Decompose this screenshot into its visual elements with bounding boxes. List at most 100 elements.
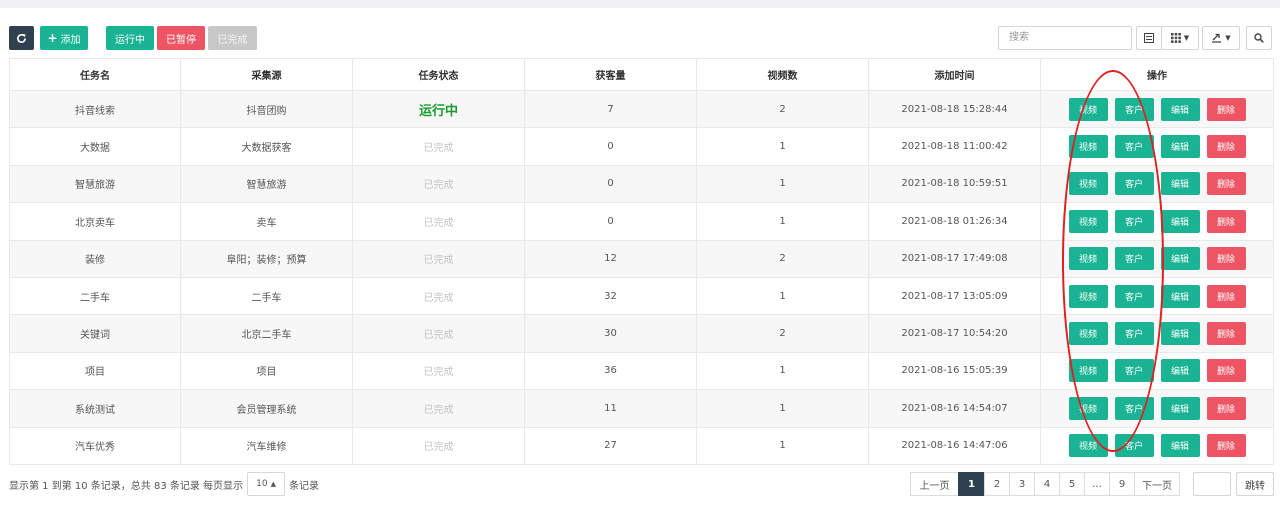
page-3[interactable]: 3 (1009, 472, 1035, 496)
cell-actions: 视频 客户 编辑 删除 (1040, 426, 1274, 465)
cell-source: 二手车 (180, 276, 353, 316)
page-9[interactable]: 9 (1109, 472, 1135, 496)
delete-button[interactable]: 删除 (1206, 135, 1246, 159)
cell-task-name-text: 抖音线索 (75, 105, 115, 117)
filter-running-label: 运行中 (115, 34, 145, 46)
jump-page-input[interactable] (1193, 472, 1231, 496)
column-header-status[interactable]: 任务状态 (352, 58, 525, 91)
filter-done-button[interactable]: 已完成 (208, 26, 257, 50)
video-button[interactable]: 视频 (1068, 322, 1108, 346)
delete-button[interactable]: 删除 (1206, 172, 1246, 196)
edit-button[interactable]: 编辑 (1160, 434, 1200, 458)
page-1[interactable]: 1 (958, 472, 985, 496)
column-header-customers[interactable]: 获客量 (524, 58, 697, 91)
delete-button[interactable]: 删除 (1206, 359, 1246, 383)
cell-task-name: 北京卖车 (9, 202, 181, 241)
cell-videos: 1 (696, 127, 869, 166)
edit-button[interactable]: 编辑 (1160, 97, 1200, 121)
filter-paused-button[interactable]: 已暂停 (157, 26, 205, 50)
cell-task-name-text: 关键词 (80, 330, 110, 342)
cell-status-text: 已完成 (423, 143, 454, 155)
next-page-button[interactable]: 下一页 (1134, 472, 1180, 496)
delete-button[interactable]: 删除 (1206, 434, 1246, 458)
delete-button[interactable]: 删除 (1206, 247, 1246, 271)
search-button[interactable] (1246, 26, 1272, 50)
video-button[interactable]: 视频 (1068, 247, 1108, 271)
cell-videos: 1 (696, 276, 869, 316)
cell-customers-text: 0 (607, 178, 614, 190)
edit-button[interactable]: 编辑 (1160, 172, 1200, 196)
delete-button[interactable]: 删除 (1206, 396, 1246, 420)
cell-actions: 视频 客户 编辑 删除 (1040, 314, 1274, 353)
cell-source-text: 阜阳；装修；预算 (226, 255, 307, 267)
customer-button[interactable]: 客户 (1114, 135, 1154, 159)
edit-button[interactable]: 编辑 (1160, 247, 1200, 271)
page-ellipsis[interactable]: ... (1084, 472, 1110, 496)
page-size-select[interactable]: 10 ▲ (247, 472, 286, 496)
video-button[interactable]: 视频 (1068, 359, 1108, 383)
video-button[interactable]: 视频 (1068, 209, 1108, 233)
table-row: 项目 项目 已完成 36 1 2021-08-16 15:05:39 视频 客户 编辑 删除 (9, 351, 1274, 391)
delete-button[interactable]: 删除 (1206, 284, 1246, 308)
cell-customers-text: 11 (604, 402, 617, 414)
cell-task-name: 项目 (9, 351, 181, 391)
cell-source: 智慧旅游 (180, 164, 353, 204)
video-button[interactable]: 视频 (1068, 434, 1108, 458)
page-5[interactable]: 5 (1059, 472, 1085, 496)
table-row: 二手车 二手车 已完成 32 1 2021-08-17 13:05:09 视频 客户 编辑 删除 (9, 276, 1274, 316)
edit-button[interactable]: 编辑 (1160, 322, 1200, 346)
customer-button[interactable]: 客户 (1114, 284, 1154, 308)
customer-button[interactable]: 客户 (1114, 359, 1154, 383)
cell-task-name-text: 大数据 (80, 143, 110, 155)
cell-task-name-text: 北京卖车 (75, 217, 115, 229)
row-actions: 视频 客户 编辑 删除 (1041, 135, 1273, 159)
video-button[interactable]: 视频 (1068, 135, 1108, 159)
edit-button[interactable]: 编辑 (1160, 359, 1200, 383)
video-button[interactable]: 视频 (1068, 284, 1108, 308)
export-button[interactable]: ▼ (1202, 26, 1240, 50)
delete-button[interactable]: 删除 (1206, 97, 1246, 121)
search-placeholder: 搜索 (1009, 32, 1029, 43)
row-actions: 视频 客户 编辑 删除 (1041, 396, 1273, 420)
task-table: 任务名 采集源 任务状态 获客量 视频数 添加时间 操作 抖音线索 抖音团购 运行中… (9, 58, 1274, 465)
cell-status-text: 已完成 (423, 442, 454, 454)
refresh-button[interactable] (9, 26, 34, 50)
video-button[interactable]: 视频 (1068, 172, 1108, 196)
cell-status: 已完成 (352, 351, 525, 391)
list-view-button[interactable] (1136, 26, 1162, 50)
customer-button[interactable]: 客户 (1114, 396, 1154, 420)
customer-button[interactable]: 客户 (1114, 434, 1154, 458)
customer-button[interactable]: 客户 (1114, 247, 1154, 271)
edit-button[interactable]: 编辑 (1160, 284, 1200, 308)
customer-button[interactable]: 客户 (1114, 172, 1154, 196)
filter-running-button[interactable]: 运行中 (106, 26, 154, 50)
customer-button[interactable]: 客户 (1114, 97, 1154, 121)
search-input[interactable]: 搜索 (998, 26, 1132, 50)
table-row: 系统测试 会员管理系统 已完成 11 1 2021-08-16 14:54:07 视频 客户编… (9, 389, 1274, 428)
edit-button[interactable]: 编辑 (1160, 396, 1200, 420)
edit-button[interactable]: 编辑 (1160, 209, 1200, 233)
columns-toggle-button[interactable]: ▼ (1161, 26, 1199, 50)
cell-videos-text: 1 (779, 402, 786, 414)
page-2[interactable]: 2 (984, 472, 1010, 496)
cell-videos-text: 1 (779, 215, 786, 227)
prev-page-button[interactable]: 上一页 (910, 472, 959, 496)
video-button[interactable]: 视频 (1068, 97, 1108, 121)
edit-button[interactable]: 编辑 (1160, 135, 1200, 159)
cell-added-time: 2021-08-18 10:59:51 (868, 164, 1041, 204)
jump-button[interactable]: 跳转 (1236, 472, 1274, 496)
delete-button[interactable]: 删除 (1206, 322, 1246, 346)
page-4[interactable]: 4 (1034, 472, 1060, 496)
delete-button[interactable]: 删除 (1206, 209, 1246, 233)
column-header-source[interactable]: 采集源 (180, 58, 353, 91)
column-header-added-time[interactable]: 添加时间 (868, 58, 1041, 91)
column-header-videos[interactable]: 视频数 (696, 58, 869, 91)
add-button[interactable]: + 添加 (40, 26, 88, 50)
column-header-task-name[interactable]: 任务名 (9, 58, 181, 91)
customer-button[interactable]: 客户 (1114, 209, 1154, 233)
cell-videos-text: 1 (779, 141, 786, 153)
customer-button[interactable]: 客户 (1114, 322, 1154, 346)
video-button[interactable]: 视频 (1068, 396, 1108, 420)
cell-videos-text: 1 (779, 440, 786, 452)
cell-added-time: 2021-08-18 11:00:42 (868, 127, 1041, 166)
